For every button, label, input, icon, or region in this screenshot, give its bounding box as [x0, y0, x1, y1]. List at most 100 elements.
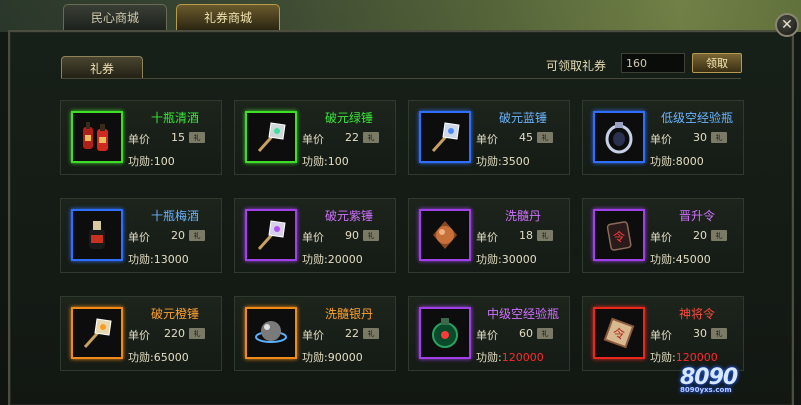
coupon-currency-icon: 礼 [711, 230, 727, 241]
svg-text:令: 令 [613, 229, 625, 244]
item-card[interactable]: 令 神将令 单价 30 礼功勋:120000 [582, 296, 744, 371]
wine-bottles-icon[interactable] [71, 111, 123, 163]
merit-value: 8000 [675, 155, 704, 168]
item-name: 洗髓丹 [504, 209, 541, 223]
price-label: 单价 [476, 231, 498, 244]
item-card[interactable]: 低级空经验瓶 单价 30 礼功勋:8000 [582, 100, 744, 175]
divider [61, 78, 741, 79]
svg-text:令: 令 [613, 326, 625, 341]
merit-value: 100 [153, 155, 175, 168]
item-price: 60 [519, 327, 533, 340]
item-card[interactable]: 破元绿锤 单价 22 礼功勋:100 [234, 100, 396, 175]
tab-coupon-shop[interactable]: 礼券商城 [176, 4, 280, 30]
item-card[interactable]: 破元橙锤 单价 220 礼功勋:65000 [60, 296, 222, 371]
price-label: 单价 [128, 133, 150, 146]
merit-requirement: 功勋:3500 [476, 153, 530, 169]
item-price: 15 [171, 131, 185, 144]
item-price: 22 [345, 131, 359, 144]
item-card[interactable]: 洗髓银丹 单价 22 礼功勋:90000 [234, 296, 396, 371]
merit-label: 功勋: [650, 155, 676, 168]
plum-wine-icon[interactable] [71, 209, 123, 261]
price-label: 单价 [650, 329, 672, 342]
item-name: 破元蓝锤 [498, 111, 547, 125]
merit-label: 功勋: [650, 351, 676, 364]
item-card[interactable]: 十瓶清酒 单价 15 礼功勋:100 [60, 100, 222, 175]
tab-coupon-shop-label: 礼券商城 [203, 11, 252, 25]
merit-value: 65000 [153, 351, 189, 364]
price-label: 单价 [650, 231, 672, 244]
item-card[interactable]: 中级空经验瓶单价 60 礼功勋:120000 [408, 296, 570, 371]
item-card[interactable]: 十瓶梅酒 单价 20 礼功勋:13000 [60, 198, 222, 273]
coupon-currency-icon: 礼 [189, 328, 205, 339]
claim-button[interactable]: 领取 [692, 53, 742, 73]
orange-hammer-icon[interactable] [71, 307, 123, 359]
exp-bottle-icon[interactable] [593, 111, 645, 163]
merit-requirement: 功勋:100 [128, 153, 175, 169]
merit-value: 100 [327, 155, 349, 168]
promotion-token-icon[interactable]: 令 [593, 209, 645, 261]
merit-requirement: 功勋:65000 [128, 349, 189, 365]
merit-value: 20000 [327, 253, 363, 266]
coupon-currency-icon: 礼 [711, 132, 727, 143]
price-label: 单价 [302, 231, 324, 244]
general-token-icon[interactable]: 令 [593, 307, 645, 359]
coupon-currency-icon: 礼 [363, 328, 379, 339]
tab-coupon[interactable]: 礼券 [61, 56, 143, 79]
purple-hammer-icon[interactable] [245, 209, 297, 261]
tab-civic-shop-label: 民心商城 [90, 11, 139, 25]
item-name: 中级空经验瓶 [486, 307, 559, 321]
price-label: 单价 [128, 329, 150, 342]
price-label: 单价 [476, 133, 498, 146]
coupon-currency-icon: 礼 [189, 132, 205, 143]
green-hammer-icon[interactable] [245, 111, 297, 163]
item-price: 30 [693, 327, 707, 340]
silver-pill-icon[interactable] [245, 307, 297, 359]
merit-label: 功勋: [128, 351, 154, 364]
merit-requirement: 功勋:90000 [302, 349, 363, 365]
coupon-currency-icon: 礼 [537, 230, 553, 241]
merit-label: 功勋: [128, 253, 154, 266]
merit-value: 120000 [501, 351, 544, 364]
merit-requirement: 功勋:13000 [128, 251, 189, 267]
coupon-currency-icon: 礼 [537, 132, 553, 143]
price-label: 单价 [476, 329, 498, 342]
merit-label: 功勋: [302, 253, 328, 266]
merit-requirement: 功勋:120000 [476, 349, 544, 365]
merit-label: 功勋: [476, 155, 502, 168]
merit-value: 3500 [501, 155, 530, 168]
item-name: 破元紫锤 [324, 209, 373, 223]
coupon-currency-icon: 礼 [363, 230, 379, 241]
item-card[interactable]: 洗髓丹 单价 18 礼功勋:30000 [408, 198, 570, 273]
tab-civic-shop[interactable]: 民心商城 [63, 4, 167, 30]
merit-value: 90000 [327, 351, 363, 364]
coupon-currency-icon: 礼 [537, 328, 553, 339]
merit-requirement: 功勋:20000 [302, 251, 363, 267]
coupon-currency-icon: 礼 [711, 328, 727, 339]
merit-requirement: 功勋:100 [302, 153, 349, 169]
pill-icon[interactable] [419, 209, 471, 261]
price-label: 单价 [302, 133, 324, 146]
blue-hammer-icon[interactable] [419, 111, 471, 163]
mid-exp-bottle-icon[interactable] [419, 307, 471, 359]
merit-label: 功勋: [128, 155, 154, 168]
item-card[interactable]: 破元蓝锤 单价 45 礼功勋:3500 [408, 100, 570, 175]
merit-requirement: 功勋:8000 [650, 153, 704, 169]
item-card[interactable]: 令 晋升令 单价 20 礼功勋:45000 [582, 198, 744, 273]
item-price: 20 [693, 229, 707, 242]
merit-label: 功勋: [650, 253, 676, 266]
item-card[interactable]: 破元紫锤 单价 90 礼功勋:20000 [234, 198, 396, 273]
item-name: 晋升令 [678, 209, 715, 223]
coupon-currency-icon: 礼 [363, 132, 379, 143]
coupon-currency-icon: 礼 [189, 230, 205, 241]
merit-label: 功勋: [476, 351, 502, 364]
item-price: 22 [345, 327, 359, 340]
item-price: 30 [693, 131, 707, 144]
item-price: 20 [171, 229, 185, 242]
item-price: 220 [164, 327, 185, 340]
close-button[interactable]: ✕ [775, 13, 799, 37]
merit-label: 功勋: [476, 253, 502, 266]
site-watermark-logo: 8090 8090yxs.com [680, 365, 790, 399]
merit-requirement: 功勋:30000 [476, 251, 537, 267]
item-price: 18 [519, 229, 533, 242]
item-name: 神将令 [678, 307, 715, 321]
